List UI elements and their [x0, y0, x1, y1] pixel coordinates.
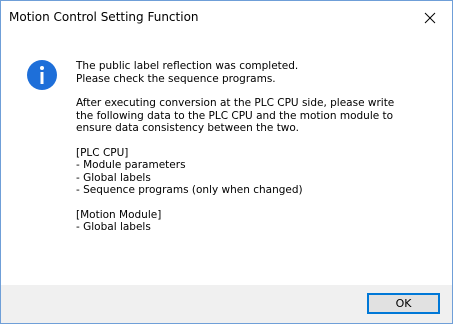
- dialog-content: The public label reflection was complete…: [1, 36, 452, 285]
- message-dialog: Motion Control Setting Function The publ…: [0, 0, 453, 324]
- message-line: ensure data consistency between the two.: [76, 122, 299, 134]
- message-line: [Motion Module]: [76, 208, 162, 221]
- message-paragraph-motion-module: [Motion Module] - Global labels: [76, 209, 446, 234]
- message-line: the following data to the PLC CPU and th…: [76, 109, 394, 122]
- dialog-title: Motion Control Setting Function: [9, 10, 199, 24]
- message-line: [PLC CPU]: [76, 146, 129, 159]
- info-icon: [27, 60, 57, 90]
- message-line: - Global labels: [76, 171, 151, 184]
- message-line: The public label reflection was complete…: [76, 60, 299, 72]
- message-paragraph-plc-cpu: [PLC CPU] - Module parameters - Global l…: [76, 147, 446, 197]
- message-paragraph-instructions: After executing conversion at the PLC CP…: [76, 97, 446, 135]
- message-line: - Sequence programs (only when changed): [76, 184, 303, 196]
- message-text: The public label reflection was complete…: [76, 60, 446, 246]
- close-button[interactable]: [408, 1, 452, 35]
- close-icon: [424, 12, 436, 24]
- message-paragraph-completed: The public label reflection was complete…: [76, 60, 446, 85]
- message-line: Please check the sequence programs.: [76, 72, 276, 85]
- ok-button[interactable]: OK: [367, 293, 440, 314]
- message-line: After executing conversion at the PLC CP…: [76, 97, 395, 109]
- message-line: - Global labels: [76, 221, 151, 233]
- title-bar: Motion Control Setting Function: [1, 1, 452, 36]
- message-line: - Module parameters: [76, 159, 186, 171]
- button-bar: OK: [1, 285, 452, 323]
